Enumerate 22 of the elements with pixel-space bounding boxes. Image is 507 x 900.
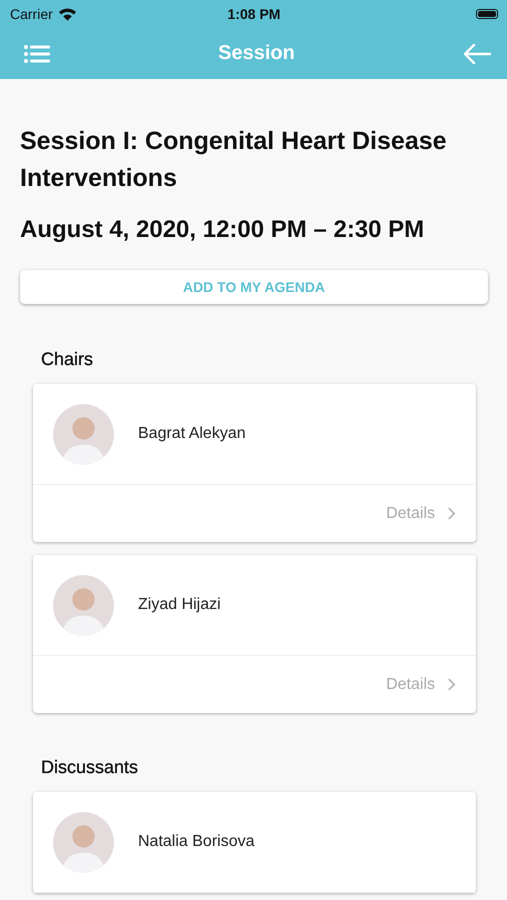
chevron-right-icon — [447, 506, 456, 521]
person-name: Ziyad Hijazi — [138, 596, 221, 614]
menu-icon[interactable] — [24, 44, 50, 64]
avatar-icon — [53, 574, 114, 636]
carrier-label: Carrier — [10, 6, 53, 22]
session-title: Session I: Congenital Heart Disease Interventions — [20, 126, 448, 194]
back-arrow-icon[interactable] — [462, 42, 491, 64]
session-datetime: August 4, 2020, 12:00 PM – 2:30 PM — [20, 216, 426, 244]
avatar-icon — [53, 812, 114, 872]
person-card[interactable]: Natalia Borisova — [33, 792, 476, 893]
section-heading: Discussants — [41, 757, 138, 778]
person-name: Bagrat Alekyan — [138, 425, 246, 443]
nav-title: Session — [218, 42, 295, 65]
avatar-icon — [53, 404, 114, 464]
person-name: Natalia Borisova — [138, 833, 254, 851]
status-time: 1:08 PM — [228, 6, 280, 22]
section-heading: Chairs — [41, 349, 94, 370]
person-card[interactable]: Ziyad Hijazi Details — [33, 555, 476, 713]
person-card[interactable]: Bagrat Alekyan Details — [33, 384, 476, 542]
chevron-right-icon — [447, 677, 456, 692]
wifi-icon — [58, 7, 77, 21]
battery-icon — [476, 9, 498, 19]
